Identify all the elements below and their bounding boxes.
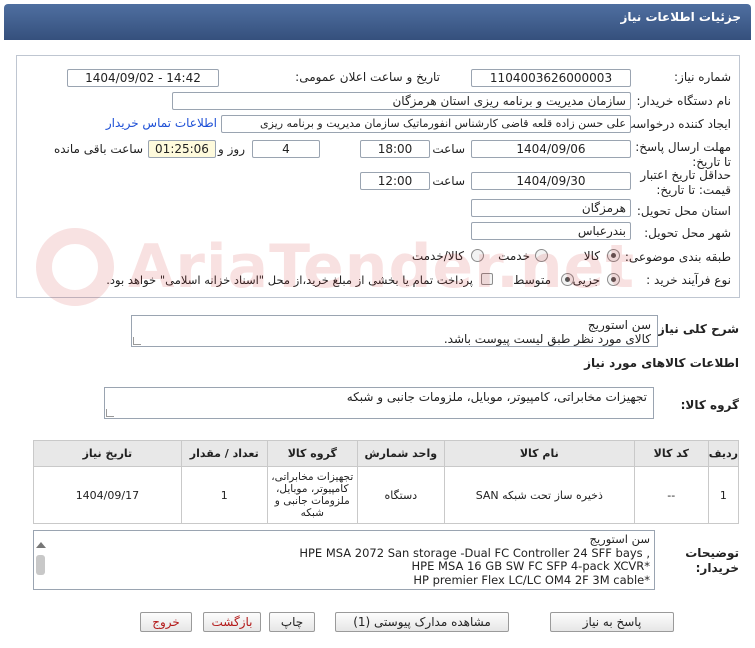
col-unit: واحد شمارش [356,440,445,467]
summary-label: شرح کلی نیاز: [653,322,739,336]
buyer-org-label: نام دستگاه خریدار: [636,94,732,108]
category-radio-service[interactable] [535,249,548,262]
treasury-payment-checkbox[interactable] [481,273,493,285]
buyer-contact-link[interactable]: اطلاعات تماس خریدار [106,116,217,130]
col-row: ردیف [707,440,740,467]
announce-date-field: 1404/09/02 - 14:42 [67,69,219,87]
table-row: 1 -- ذخیره ساز تحت شبکه SAN دستگاه تجهیز… [33,466,740,524]
col-name: نام کالا [443,440,635,467]
col-group: گروه کالا [266,440,358,467]
cell-name: ذخیره ساز تحت شبکه SAN [443,466,635,524]
deadline-date-field: 1404/09/06 [471,140,631,158]
reply-button[interactable]: پاسخ به نیاز [550,612,674,632]
need-number-field: 1104003626000003 [471,69,631,87]
validity-time-field: 12:00 [360,172,430,190]
notes-scrollbar-thumb[interactable] [36,555,45,575]
deadline-time-field: 18:00 [360,140,430,158]
validity-label: حداقل تاریخ اعتبار قیمت: تا تاریخ: [640,168,731,197]
category-label: طبقه بندی موضوعی: [624,250,731,264]
buyer-note-line-1: سن استوریج [589,532,650,546]
validity-time-label: ساعت [432,174,465,188]
summary-textarea[interactable]: سن استوریج کالای مورد نظر طبق لیست پیوست… [131,315,658,347]
days-remaining-field: 4 [252,140,320,158]
goods-group-value: تجهیزات مخابراتی، کامپیوتر، موبایل، ملزو… [346,390,647,404]
cell-code: -- [633,466,709,524]
page-title: جزئیات اطلاعات نیاز [620,10,741,24]
cell-date: 1404/09/17 [33,466,182,524]
creator-label: ایجاد کننده درخواست: [620,117,731,131]
city-label: شهر محل تحویل: [644,226,731,240]
province-label: استان محل تحویل: [636,204,731,218]
table-header-row: ردیف کد کالا نام کالا واحد شمارش گروه کا… [33,440,740,467]
category-option-goods: کالا [583,249,600,263]
summary-line-1: سن استوریج [587,318,651,332]
process-option-medium: متوسط [513,273,551,287]
buyer-notes-textarea[interactable]: سن استوریج HPE MSA 2072 San storage -Dua… [33,530,655,590]
time-remaining-label: ساعت باقی مانده [53,142,143,156]
resize-handle-icon[interactable] [133,337,141,345]
buyer-note-line-2: HPE MSA 2072 San storage -Dual FC Contro… [299,545,650,560]
validity-date-field: 1404/09/30 [471,172,631,190]
col-qty: تعداد / مقدار [180,440,268,467]
col-code: کد کالا [633,440,709,467]
city-field: بندرعباس [471,222,631,240]
exit-button[interactable]: خروج [140,612,192,632]
goods-section-title: اطلاعات کالاهای مورد نیاز [584,356,739,370]
category-option-goods-service: کالا/خدمت [411,249,464,263]
buyer-note-line-3: HPE MSA 16 GB SW FC SFP 4-pack XCVR* [411,559,650,573]
cell-row: 1 [707,466,740,524]
process-radio-minor[interactable] [607,273,620,286]
view-attachments-button[interactable]: مشاهده مدارک پیوستی (1) [335,612,509,632]
col-date: تاریخ نیاز [33,440,182,467]
goods-group-field: تجهیزات مخابراتی، کامپیوتر، موبایل، ملزو… [104,387,654,419]
cell-qty: 1 [180,466,268,524]
process-option-minor: جزیی [572,273,600,287]
deadline-label: مهلت ارسال پاسخ: تا تاریخ: [635,140,731,169]
category-option-service: خدمت [498,249,530,263]
cell-unit: دستگاه [356,466,445,524]
province-field: هرمزگان [471,199,631,217]
process-radio-medium[interactable] [561,273,574,286]
back-button[interactable]: بازگشت [203,612,261,632]
goods-group-label: گروه کالا: [680,398,739,412]
buyer-notes-label: توضیحات خریدار: [685,546,739,575]
time-remaining-field: 01:25:06 [148,140,216,158]
need-number-label: شماره نیاز: [674,70,731,84]
buyer-org-field: سازمان مدیریت و برنامه ریزی استان هرمزگا… [172,92,631,110]
announce-date-label: تاریخ و ساعت اعلان عمومی: [295,70,440,84]
days-label: روز و [218,142,245,156]
buyer-note-line-4: HP premier Flex LC/LC OM4 2F 3M cable* [413,572,650,587]
summary-line-2: کالای مورد نظر طبق لیست پیوست باشد. [443,332,651,346]
deadline-time-label: ساعت [432,142,465,156]
goods-table: ردیف کد کالا نام کالا واحد شمارش گروه کا… [33,440,740,524]
category-radio-goods-service[interactable] [471,249,484,262]
resize-handle-icon[interactable] [106,409,114,417]
print-button[interactable]: چاپ [269,612,315,632]
cell-group: تجهیزات مخابراتی، کامپیوتر، موبایل، ملزو… [266,466,358,524]
category-radio-goods[interactable] [607,249,620,262]
process-type-label: نوع فرآیند خرید : [646,273,731,287]
scroll-up-icon[interactable] [36,542,46,548]
treasury-payment-note: پرداخت تمام یا بخشی از مبلغ خرید،از محل … [106,273,473,287]
creator-field: علی حسن زاده قلعه قاضی کارشناس انفورماتی… [221,115,631,133]
